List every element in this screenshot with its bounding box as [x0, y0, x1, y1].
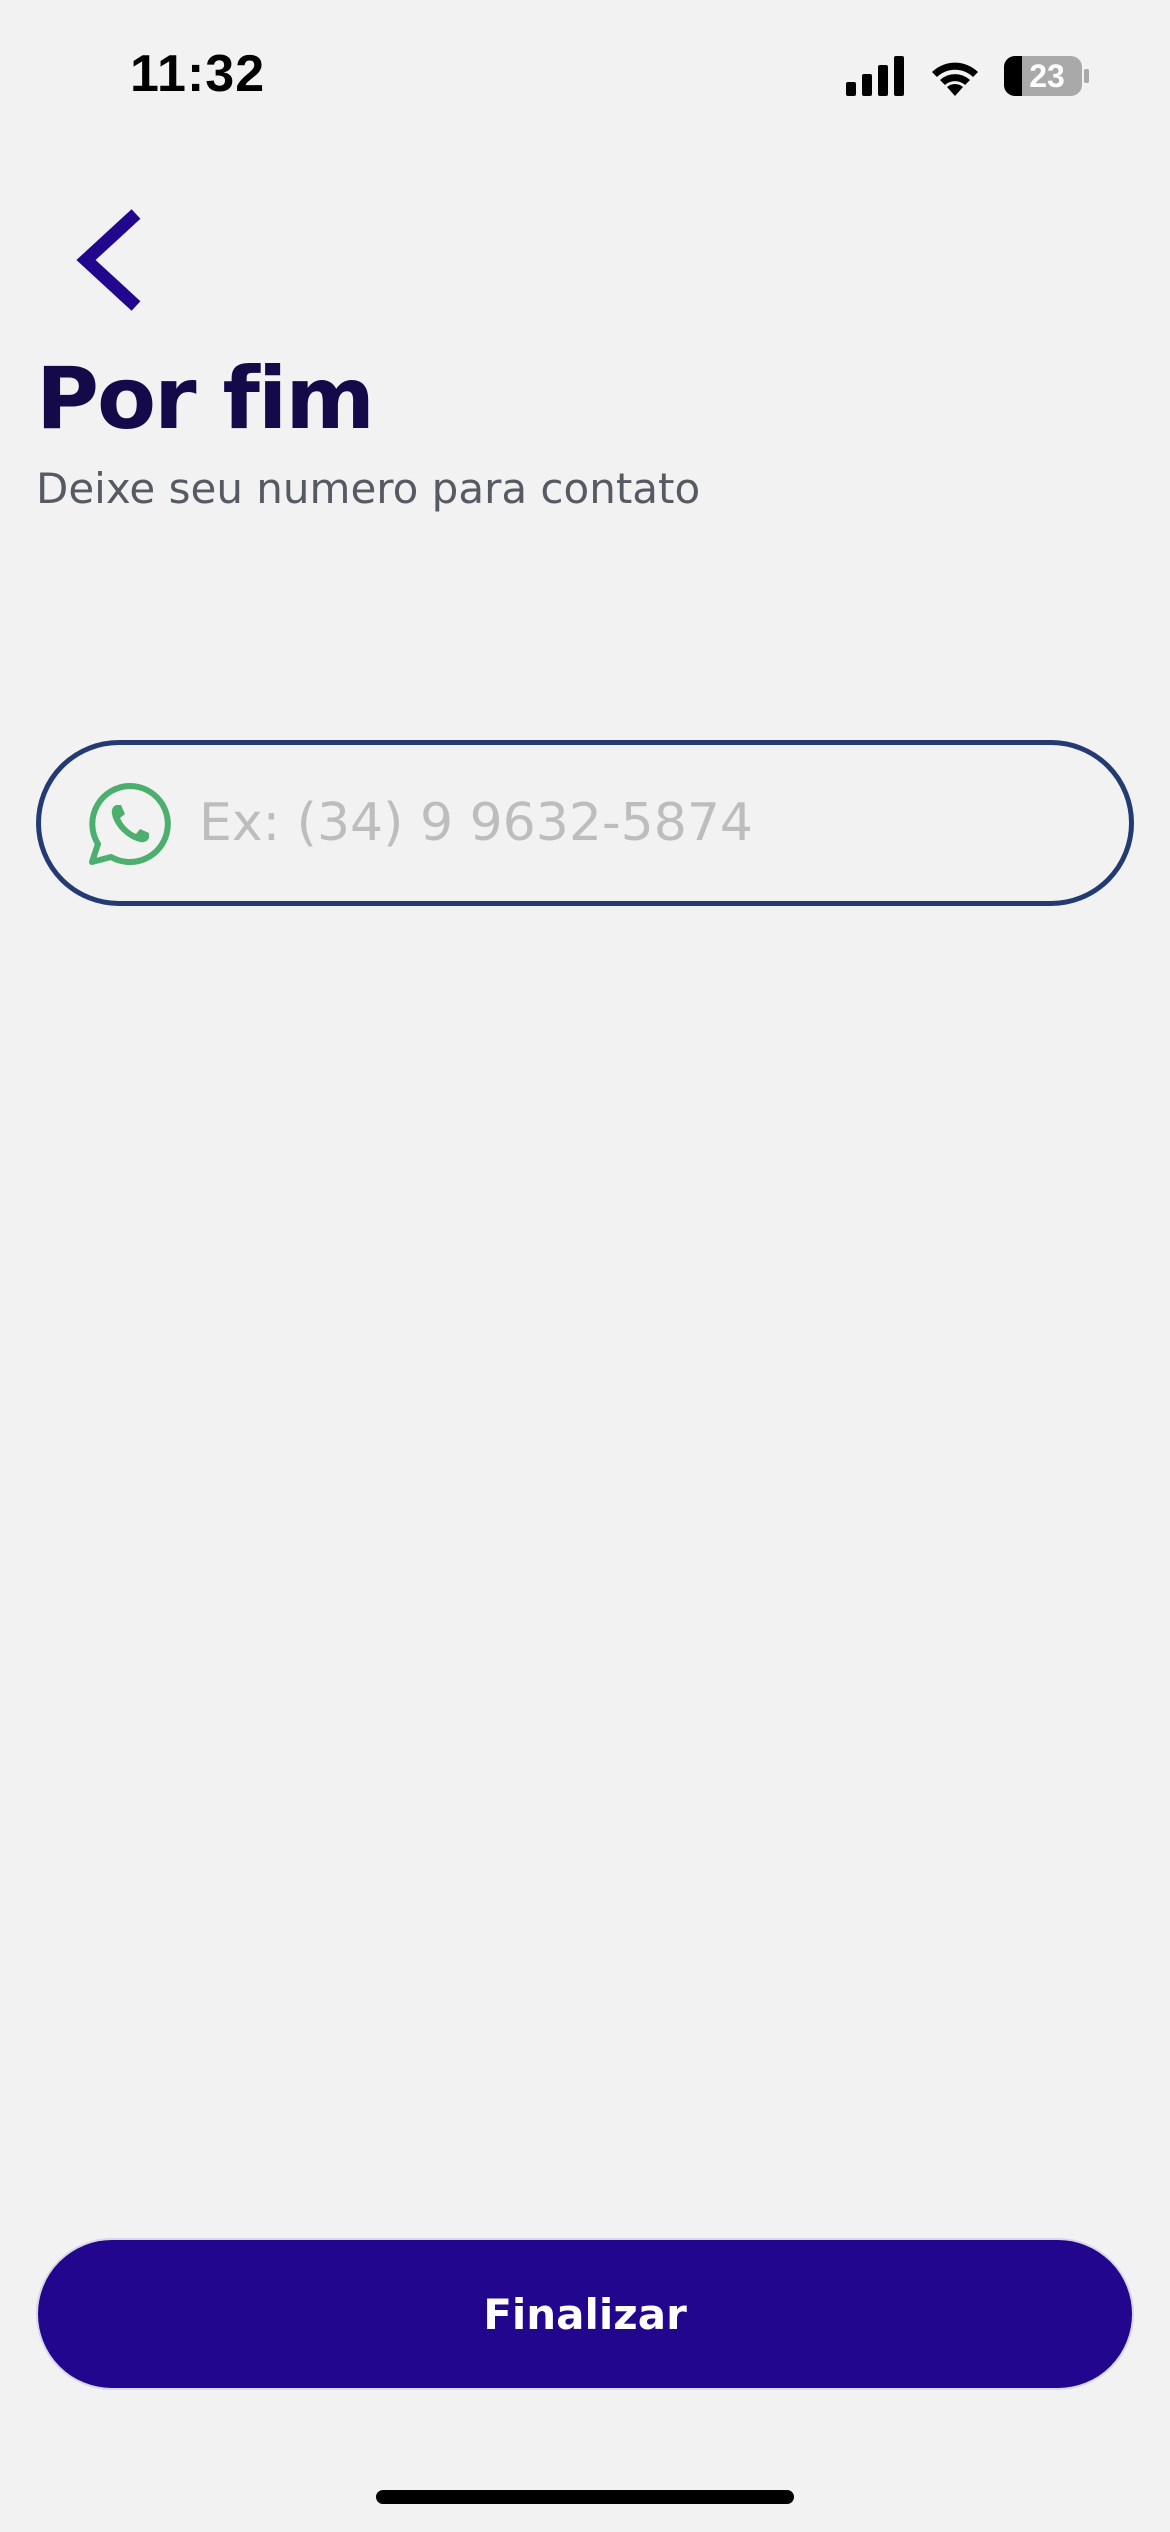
- home-indicator[interactable]: [376, 2490, 794, 2504]
- battery-level-text: 23: [1029, 57, 1065, 94]
- status-time: 11:32: [130, 45, 266, 103]
- cellular-signal-icon: [846, 56, 906, 96]
- finalize-button[interactable]: Finalizar: [36, 2238, 1134, 2390]
- phone-field[interactable]: [36, 740, 1134, 906]
- status-icons: 23: [846, 54, 1090, 98]
- battery-icon: 23: [1004, 54, 1090, 98]
- phone-input[interactable]: [199, 775, 1079, 871]
- whatsapp-icon: [87, 781, 173, 867]
- status-bar: 11:32 23: [0, 0, 1170, 150]
- back-button[interactable]: [70, 200, 160, 320]
- wifi-icon: [928, 56, 982, 96]
- page-title: Por fim: [36, 349, 375, 449]
- page-subtitle: Deixe seu numero para contato: [36, 464, 701, 513]
- chevron-left-icon: [76, 209, 141, 311]
